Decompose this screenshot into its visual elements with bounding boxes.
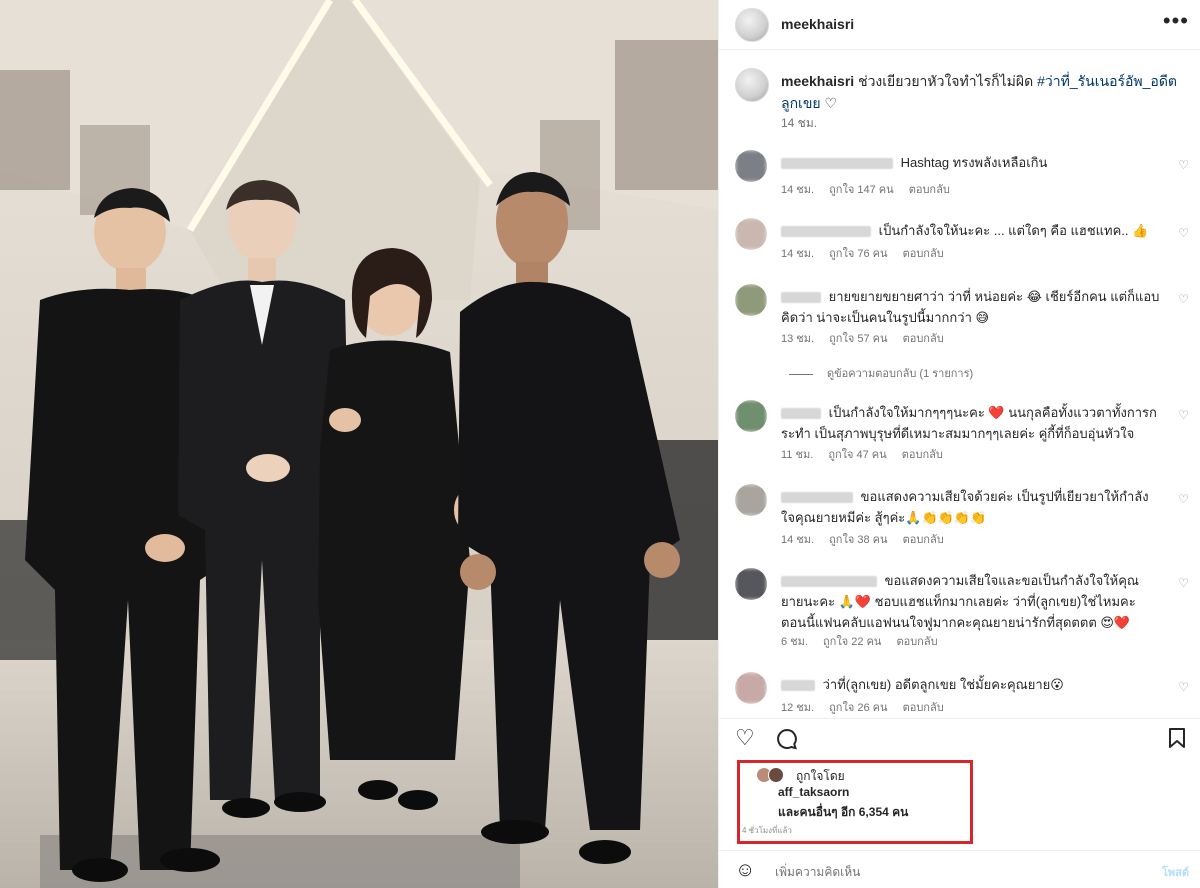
comment-likes[interactable]: ถูกใจ 76 คน	[829, 248, 887, 260]
comment-text-block: เป็นกำลังใจให้นะคะ ... แต่ใดๆ คือ แฮชแทค…	[781, 220, 1161, 241]
post-side-panel: meekhaisri ••• meekhaisri ช่วงเยียวยาหัว…	[718, 0, 1200, 888]
action-bar: ♡	[719, 718, 1200, 758]
heart-icon[interactable]: ♡	[1178, 492, 1189, 506]
heart-icon[interactable]: ♡	[1178, 576, 1189, 590]
comment-meta: 14 ชม. ถูกใจ 76 คน ตอบกลับ	[781, 244, 956, 262]
comment-time: 6 ชม.	[781, 636, 808, 648]
comment-avatar[interactable]	[735, 150, 767, 182]
blurred-username[interactable]	[781, 576, 877, 588]
heart-icon[interactable]: ♡	[1178, 680, 1189, 694]
caption-text: ช่วงเยียวยาหัวใจทำไรก็ไม่ผิด	[858, 73, 1034, 89]
header-avatar[interactable]	[735, 8, 769, 42]
comment-text-block: ขอแสดงความเสียใจด้วยค่ะ เป็นรูปที่เยียวย…	[781, 486, 1161, 528]
likes-others[interactable]: และคนอื่นๆ อีก 6,354 คน	[778, 803, 908, 822]
comment-time: 14 ชม.	[781, 248, 815, 260]
likes-highlight-box: ถูกใจโดย aff_taksaorn และคนอื่นๆ อีก 6,3…	[737, 760, 973, 844]
comment-text: ว่าที่(ลูกเขย) อดีตลูกเขย ใช่มั้ยคะคุณยา…	[822, 677, 1064, 692]
comment-meta: 11 ชม. ถูกใจ 47 คน ตอบกลับ	[781, 445, 955, 463]
blurred-username[interactable]	[781, 158, 893, 170]
comment-avatar[interactable]	[735, 568, 767, 600]
comment-likes[interactable]: ถูกใจ 47 คน	[828, 449, 886, 461]
reply-button[interactable]: ตอบกลับ	[909, 184, 950, 196]
comment-avatar[interactable]	[735, 284, 767, 316]
heart-icon[interactable]: ♡	[1178, 408, 1189, 422]
comment-time: 13 ชม.	[781, 333, 815, 345]
liked-by-label: ถูกใจโดย	[796, 769, 845, 783]
add-comment-bar: ☺ เพิ่มความคิดเห็น โพสต์	[719, 850, 1200, 888]
comment-text-block: Hashtag ทรงพลังเหลือเกิน	[781, 152, 1161, 173]
header-username[interactable]: meekhaisri	[781, 16, 854, 32]
comment-avatar[interactable]	[735, 484, 767, 516]
comment-time: 11 ชม.	[781, 449, 814, 461]
comment-likes[interactable]: ถูกใจ 147 คน	[829, 184, 893, 196]
caption-time: 14 ชม.	[781, 116, 818, 130]
view-replies-button[interactable]: ดูข้อความตอบกลับ (1 รายการ)	[789, 364, 973, 382]
comment-meta: 14 ชม. ถูกใจ 38 คน ตอบกลับ	[781, 530, 956, 548]
comment-meta: 6 ชม. ถูกใจ 22 คน ตอบกลับ	[781, 632, 950, 650]
comment-text: เป็นกำลังใจให้นะคะ ... แต่ใดๆ คือ แฮชแทค…	[878, 223, 1149, 238]
post-image	[0, 0, 718, 888]
comment-likes[interactable]: ถูกใจ 38 คน	[829, 534, 887, 546]
heart-icon[interactable]: ♡	[1178, 158, 1189, 172]
post-header: meekhaisri •••	[719, 0, 1200, 50]
reply-button[interactable]: ตอบกลับ	[903, 248, 944, 260]
comment-text: เป็นกำลังใจให้มากๆๆๆนะคะ ❤️ นนกุลคือทั้ง…	[781, 405, 1157, 441]
comment-text-block: ยายขยายขยายศาว่า ว่าที่ หน่อยค่ะ 😂 เชียร…	[781, 286, 1161, 328]
more-icon[interactable]: •••	[1163, 8, 1189, 34]
comment-time: 14 ชม.	[781, 534, 815, 546]
comment-meta: 13 ชม. ถูกใจ 57 คน ตอบกลับ	[781, 329, 956, 347]
comment-avatar[interactable]	[735, 400, 767, 432]
comment-meta: 12 ชม. ถูกใจ 26 คน ตอบกลับ	[781, 698, 956, 716]
reply-button[interactable]: ตอบกลับ	[902, 449, 943, 461]
liker-avatars[interactable]	[756, 767, 788, 783]
comment-text-block: ว่าที่(ลูกเขย) อดีตลูกเขย ใช่มั้ยคะคุณยา…	[781, 674, 1161, 695]
comment-time: 12 ชม.	[781, 702, 815, 714]
bookmark-icon[interactable]	[1167, 727, 1187, 753]
caption-heart-icon: ♡	[824, 95, 838, 111]
blurred-username[interactable]	[781, 292, 821, 304]
caption-username[interactable]: meekhaisri	[781, 73, 854, 89]
comment-likes[interactable]: ถูกใจ 26 คน	[829, 702, 887, 714]
comment-text-block: เป็นกำลังใจให้มากๆๆๆนะคะ ❤️ นนกุลคือทั้ง…	[781, 402, 1161, 444]
reply-button[interactable]: ตอบกลับ	[903, 333, 944, 345]
comment-likes[interactable]: ถูกใจ 22 คน	[823, 636, 881, 648]
comment-text: Hashtag ทรงพลังเหลือเกิน	[900, 155, 1048, 170]
emoji-icon[interactable]: ☺	[735, 859, 755, 882]
caption-avatar[interactable]	[735, 68, 769, 102]
comment-input[interactable]: เพิ่มความคิดเห็น	[775, 863, 860, 882]
comment-meta: 14 ชม. ถูกใจ 147 คน ตอบกลับ	[781, 180, 962, 198]
heart-icon[interactable]: ♡	[735, 727, 755, 749]
reply-button[interactable]: ตอบกลับ	[903, 702, 944, 714]
post-time: 4 ชั่วโมงที่แล้ว	[742, 826, 792, 835]
comment-time: 14 ชม.	[781, 184, 815, 196]
caption-text-block: meekhaisri ช่วงเยียวยาหัวใจทำไรก็ไม่ผิด …	[781, 70, 1181, 114]
blurred-username[interactable]	[781, 492, 853, 504]
liker-username[interactable]: aff_taksaorn	[778, 785, 849, 799]
comment-text-block: ขอแสดงความเสียใจและขอเป็นกำลังใจให้คุณยา…	[781, 570, 1161, 633]
comment-avatar[interactable]	[735, 218, 767, 250]
reply-button[interactable]: ตอบกลับ	[903, 534, 944, 546]
blurred-username[interactable]	[781, 226, 871, 238]
comment-avatar[interactable]	[735, 672, 767, 704]
comment-likes[interactable]: ถูกใจ 57 คน	[829, 333, 887, 345]
heart-icon[interactable]: ♡	[1178, 292, 1189, 306]
comment-text: ยายขยายขยายศาว่า ว่าที่ หน่อยค่ะ 😂 เชียร…	[781, 289, 1160, 325]
heart-icon[interactable]: ♡	[1178, 226, 1189, 240]
blurred-username[interactable]	[781, 408, 821, 420]
post-button[interactable]: โพสต์	[1162, 863, 1189, 881]
post-photo	[0, 0, 718, 888]
comment-icon[interactable]	[775, 727, 799, 755]
reply-button[interactable]: ตอบกลับ	[896, 636, 937, 648]
blurred-username[interactable]	[781, 680, 815, 692]
